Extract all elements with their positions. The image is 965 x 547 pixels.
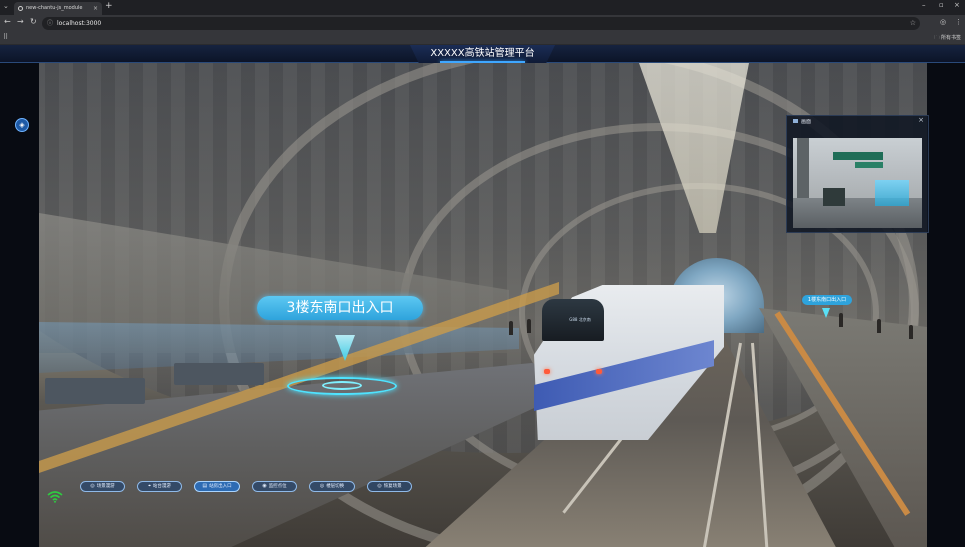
all-bookmarks-button[interactable]: 🗀 所有书签 — [934, 33, 961, 44]
globe-icon — [18, 6, 23, 11]
maximize-icon[interactable]: ▫ — [939, 1, 944, 9]
url-text: localhost:3000 — [57, 20, 102, 27]
button-label: 恢复场景 — [383, 484, 402, 489]
new-tab-button[interactable]: + — [105, 1, 113, 11]
address-bar[interactable]: ⓘ localhost:3000 ☆ — [42, 17, 920, 30]
passenger — [877, 319, 881, 333]
tour-icon: ◎ — [90, 483, 95, 489]
poi-ground-ring-inner — [322, 381, 362, 390]
train-windshield: G88 北京南 — [542, 299, 604, 341]
camera-panel-title: 画面 — [801, 119, 812, 125]
locate-icon: ⌖ — [148, 483, 151, 489]
app-page: XXXXX高铁站管理平台 G88 北京南 3楼东南口出入口 1楼东南口出入口 ◈… — [0, 45, 965, 547]
wifi-signal-icon — [47, 491, 63, 503]
browser-tabstrip: ⌄ new-chantu-js_module × + – ▫ × — [0, 0, 965, 15]
camera-icon — [793, 119, 798, 123]
minimize-icon[interactable]: – — [922, 1, 926, 9]
button-label: 监控点位 — [268, 484, 287, 489]
camera-panel: 画面 × — [786, 115, 929, 233]
reload-icon[interactable]: ↻ — [30, 17, 37, 26]
passenger — [509, 321, 513, 335]
passenger — [839, 313, 843, 327]
passenger — [527, 319, 531, 333]
button-label: 站台漫游 — [152, 484, 171, 489]
button-label: 站房出入口 — [209, 484, 232, 489]
close-window-icon[interactable]: × — [954, 1, 960, 9]
poi-label-far[interactable]: 1楼东南口出入口 — [802, 295, 852, 305]
all-bookmarks-label: 所有书签 — [940, 35, 961, 41]
tab-close-icon[interactable]: × — [93, 2, 98, 15]
poi-label-exit[interactable]: 3楼东南口出入口 — [257, 296, 423, 320]
feed-gate — [875, 180, 909, 206]
entrance-icon: ▤ — [202, 483, 208, 489]
bookmarks-bar: ⠿ 🗀 所有书签 — [0, 32, 965, 45]
browser-menu-icon[interactable]: ⋮ — [955, 18, 962, 26]
browser-toolbar: ← → ↻ ⓘ localhost:3000 ☆ ◎ ⋮ — [0, 15, 965, 32]
layers-icon[interactable]: ◈ — [15, 118, 29, 132]
train-headlight — [544, 369, 550, 374]
reset-scene-button[interactable]: ◎ 恢复场景 — [367, 481, 412, 492]
high-speed-train[interactable]: G88 北京南 — [534, 285, 724, 440]
close-icon[interactable]: × — [918, 116, 924, 124]
floor-icon: ◎ — [319, 483, 325, 489]
reset-icon: ◎ — [377, 483, 382, 489]
passenger — [909, 325, 913, 339]
page-title: XXXXX高铁站管理平台 — [430, 48, 535, 59]
button-label: 场景漫游 — [96, 484, 115, 489]
train-headlight — [596, 369, 602, 374]
feed-sign — [833, 152, 883, 160]
button-label: 楼层切换 — [326, 484, 345, 489]
floor-switch-button[interactable]: ◎ 楼层切换 — [309, 481, 355, 492]
feed-escalator — [823, 188, 845, 206]
profile-icon[interactable]: ◎ — [940, 18, 946, 26]
camera-feed[interactable] — [793, 138, 922, 228]
back-icon[interactable]: ← — [4, 17, 11, 26]
station-entrances-button[interactable]: ▤ 站房出入口 — [194, 481, 240, 492]
apps-icon[interactable]: ⠿ — [3, 33, 8, 41]
tab-search-icon[interactable]: ⌄ — [3, 2, 9, 10]
waiting-bench — [45, 378, 145, 404]
platform-tour-button[interactable]: ⌖ 站台漫游 — [137, 481, 182, 492]
browser-tab[interactable]: new-chantu-js_module × — [14, 2, 102, 15]
scene-tour-button[interactable]: ◎ 场景漫游 — [80, 481, 125, 492]
feed-sign — [855, 162, 883, 168]
site-info-icon[interactable]: ⓘ — [47, 17, 53, 30]
monitor-points-button[interactable]: ◉ 监控点位 — [252, 481, 297, 492]
tab-title: new-chantu-js_module — [26, 5, 83, 11]
forward-icon[interactable]: → — [17, 17, 24, 26]
train-destination: G88 北京南 — [569, 317, 591, 322]
bookmark-star-icon[interactable]: ☆ — [910, 17, 916, 30]
camera-point-icon: ◉ — [262, 483, 267, 489]
waiting-bench — [174, 363, 264, 385]
